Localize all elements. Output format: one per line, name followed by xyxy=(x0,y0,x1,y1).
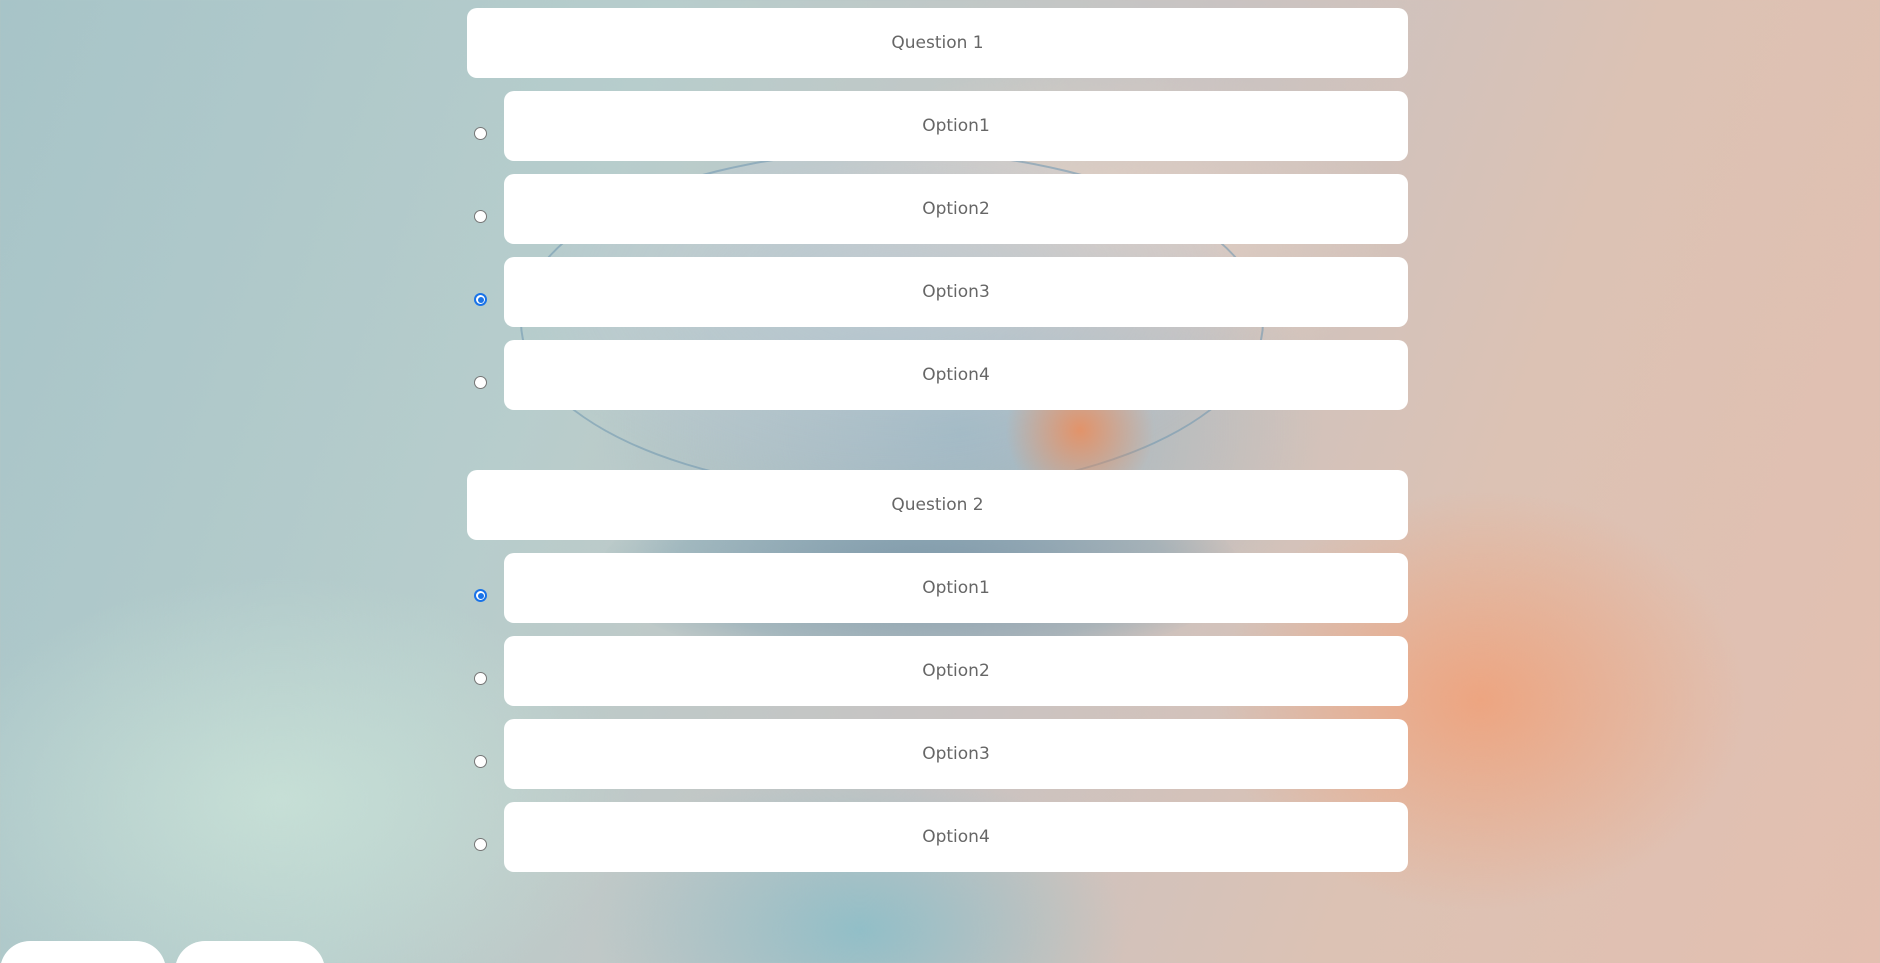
question-block-1: Question 1 Option1 Option2 Option3 Optio… xyxy=(467,8,1408,410)
option-row: Option1 xyxy=(467,553,1408,623)
option-row: Option3 xyxy=(467,719,1408,789)
option-radio[interactable] xyxy=(474,838,487,851)
option-radio[interactable] xyxy=(474,589,487,602)
bottom-action-button[interactable] xyxy=(175,941,325,963)
option-radio[interactable] xyxy=(474,672,487,685)
option-card[interactable]: Option4 xyxy=(504,802,1408,872)
option-row: Option4 xyxy=(467,802,1408,872)
option-radio[interactable] xyxy=(474,755,487,768)
option-radio[interactable] xyxy=(474,293,487,306)
option-row: Option3 xyxy=(467,257,1408,327)
option-card[interactable]: Option1 xyxy=(504,553,1408,623)
option-radio[interactable] xyxy=(474,210,487,223)
option-row: Option2 xyxy=(467,636,1408,706)
option-row: Option4 xyxy=(467,340,1408,410)
option-card[interactable]: Option2 xyxy=(504,174,1408,244)
option-card[interactable]: Option3 xyxy=(504,257,1408,327)
question-block-2: Question 2 Option1 Option2 Option3 Optio… xyxy=(467,470,1408,872)
option-card[interactable]: Option3 xyxy=(504,719,1408,789)
question-title: Question 2 xyxy=(467,470,1408,540)
question-title: Question 1 xyxy=(467,8,1408,78)
option-radio[interactable] xyxy=(474,376,487,389)
option-radio[interactable] xyxy=(474,127,487,140)
option-card[interactable]: Option4 xyxy=(504,340,1408,410)
option-row: Option1 xyxy=(467,91,1408,161)
bottom-action-button[interactable] xyxy=(0,941,166,963)
quiz-form: Question 1 Option1 Option2 Option3 Optio… xyxy=(467,8,1408,932)
option-card[interactable]: Option1 xyxy=(504,91,1408,161)
option-card[interactable]: Option2 xyxy=(504,636,1408,706)
option-row: Option2 xyxy=(467,174,1408,244)
